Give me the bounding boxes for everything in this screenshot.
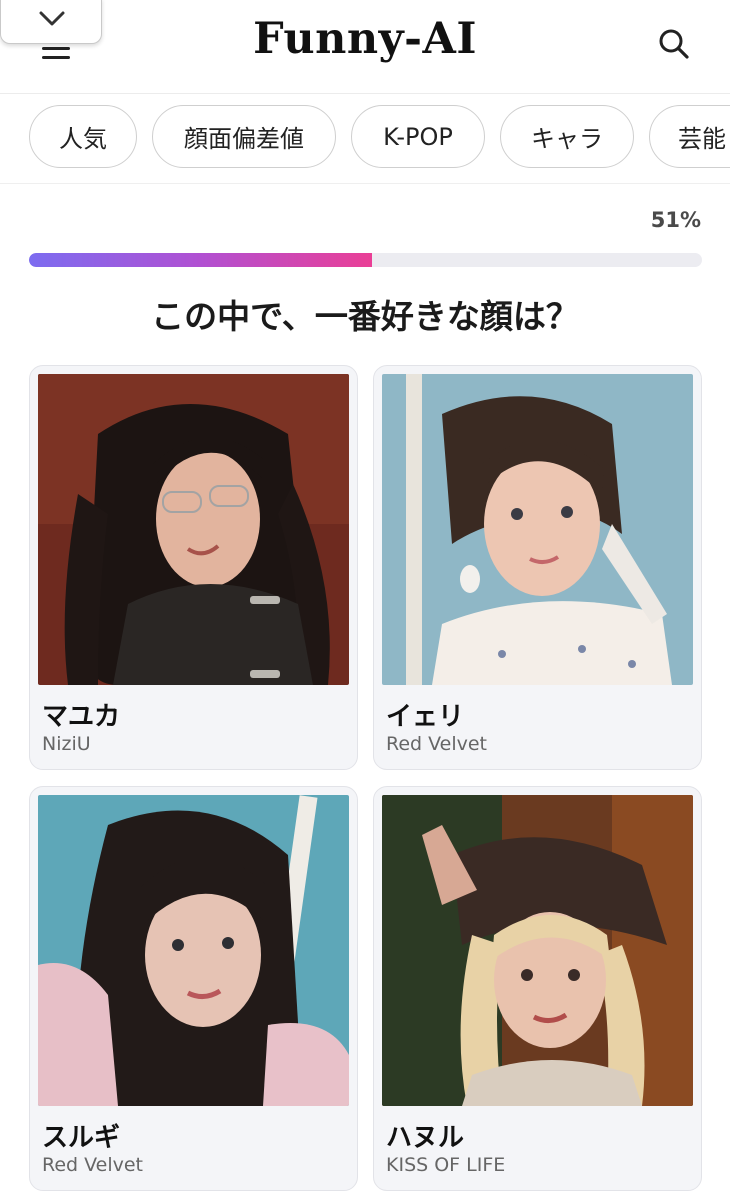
progress-bar (29, 253, 702, 267)
candidate-photo (382, 795, 693, 1106)
collapse-toggle[interactable] (0, 0, 102, 44)
progress-percent: 51% (650, 208, 701, 232)
chip-kpop[interactable]: K-POP (351, 105, 485, 168)
candidate-group: Red Velvet (386, 733, 488, 755)
candidate-card[interactable]: ハヌル KISS OF LIFE (373, 786, 702, 1191)
candidate-group: Red Velvet (42, 1154, 144, 1176)
candidate-photo (38, 795, 349, 1106)
chip-popular[interactable]: 人気 (29, 105, 137, 168)
candidate-name: スルギ (42, 1123, 121, 1153)
candidate-card[interactable]: マユカ NiziU (29, 365, 358, 770)
progress-fill (29, 253, 373, 267)
candidate-group: NiziU (42, 733, 91, 755)
candidate-group: KISS OF LIFE (386, 1154, 506, 1176)
candidate-card[interactable]: スルギ Red Velvet (29, 786, 358, 1191)
chip-face-score[interactable]: 顔面偏差値 (152, 105, 336, 168)
search-icon[interactable] (656, 26, 692, 62)
candidate-name: ハヌル (386, 1123, 465, 1153)
brand-logo[interactable]: Funny-AI (0, 14, 730, 64)
app-header: Funny-AI (0, 0, 730, 94)
candidate-card[interactable]: イェリ Red Velvet (373, 365, 702, 770)
chevron-down-icon (39, 11, 65, 26)
candidate-photo (382, 374, 693, 685)
question-title: この中で、一番好きな顔は？ (151, 297, 579, 336)
chip-character[interactable]: キャラ (500, 105, 634, 168)
chip-entertainment[interactable]: 芸能 (649, 105, 730, 168)
candidate-name: イェリ (386, 702, 465, 732)
candidate-photo (38, 374, 349, 685)
category-chip-bar: 人気 顔面偏差値 K-POP キャラ 芸能 (0, 94, 730, 184)
candidate-name: マユカ (42, 702, 121, 732)
